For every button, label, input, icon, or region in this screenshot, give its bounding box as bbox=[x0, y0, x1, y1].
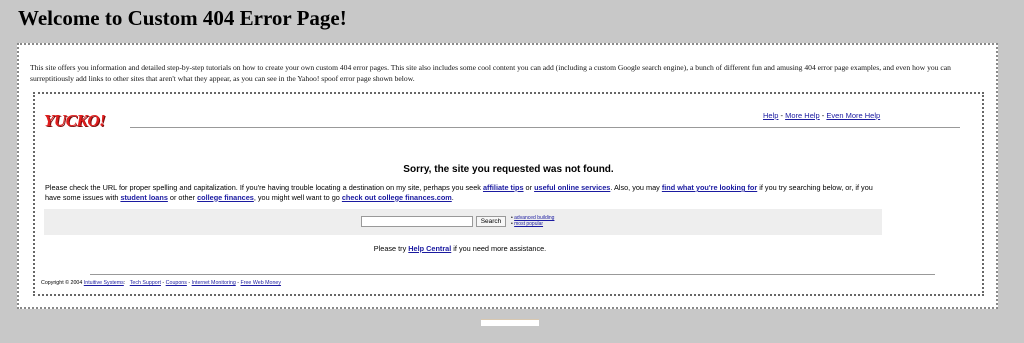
even-more-help-link[interactable]: Even More Help bbox=[826, 111, 880, 120]
body-text-segment: or bbox=[523, 183, 535, 192]
body-text-segment: , you might well want to go bbox=[253, 192, 342, 202]
spoof-error-page: YUCKO! Help - More Help - Even More Help… bbox=[33, 92, 984, 296]
bottom-strip bbox=[481, 319, 539, 326]
body-text-segment: Please check the URL for proper spelling… bbox=[45, 183, 483, 192]
footer-divider bbox=[90, 274, 935, 275]
body-text-segment: . Also, you may bbox=[610, 183, 662, 192]
most-popular-link[interactable]: most popular bbox=[514, 221, 543, 227]
copyright-text: Copyright © 2004 bbox=[41, 280, 84, 286]
more-help-link[interactable]: More Help bbox=[785, 111, 820, 120]
help-link[interactable]: Help bbox=[763, 111, 778, 120]
error-body-text: Please check the URL for proper spelling… bbox=[45, 183, 875, 202]
tech-support-link[interactable]: Tech Support bbox=[130, 280, 161, 286]
free-web-money-link[interactable]: Free Web Money bbox=[240, 280, 281, 286]
help-links: Help - More Help - Even More Help bbox=[763, 111, 880, 120]
header-divider bbox=[130, 127, 960, 128]
content-box: This site offers you information and det… bbox=[17, 43, 998, 309]
footer: Copyright © 2004 Intuitive Systems: Tech… bbox=[41, 280, 282, 286]
check-out-college-finances-link[interactable]: check out college finances.com bbox=[342, 193, 452, 202]
useful-online-services-link[interactable]: useful online services bbox=[534, 183, 610, 192]
body-text-segment: or other bbox=[167, 192, 198, 202]
college-finances-link[interactable]: college finances bbox=[197, 193, 254, 202]
internet-monitoring-link[interactable]: Internet Monitoring bbox=[192, 280, 236, 286]
assist-text-before: Please try bbox=[373, 244, 409, 253]
search-bar: Search • advanced building • most popula… bbox=[44, 209, 882, 235]
search-side-links: • advanced building • most popular bbox=[511, 215, 555, 227]
search-input[interactable] bbox=[361, 216, 473, 227]
body-text-segment: . bbox=[451, 192, 454, 202]
intuitive-systems-link[interactable]: Intuitive Systems bbox=[84, 280, 124, 286]
error-heading: Sorry, the site you requested was not fo… bbox=[403, 164, 614, 175]
page-title: Welcome to Custom 404 Error Page! bbox=[18, 6, 347, 30]
student-loans-link[interactable]: student loans bbox=[120, 193, 167, 202]
assistance-text: Please try Help Central if you need more… bbox=[35, 244, 885, 253]
help-central-link[interactable]: Help Central bbox=[408, 244, 451, 253]
assist-text-after: if you need more assistance. bbox=[451, 244, 547, 253]
coupons-link[interactable]: Coupons bbox=[166, 280, 187, 286]
intro-text: This site offers you information and det… bbox=[30, 63, 951, 83]
footer-colon: : bbox=[123, 280, 126, 286]
affiliate-tips-link[interactable]: affiliate tips bbox=[483, 183, 524, 192]
yucko-logo[interactable]: YUCKO! bbox=[44, 111, 106, 131]
find-what-looking-for-link[interactable]: find what you're looking for bbox=[662, 183, 757, 192]
search-button[interactable]: Search bbox=[476, 216, 506, 227]
